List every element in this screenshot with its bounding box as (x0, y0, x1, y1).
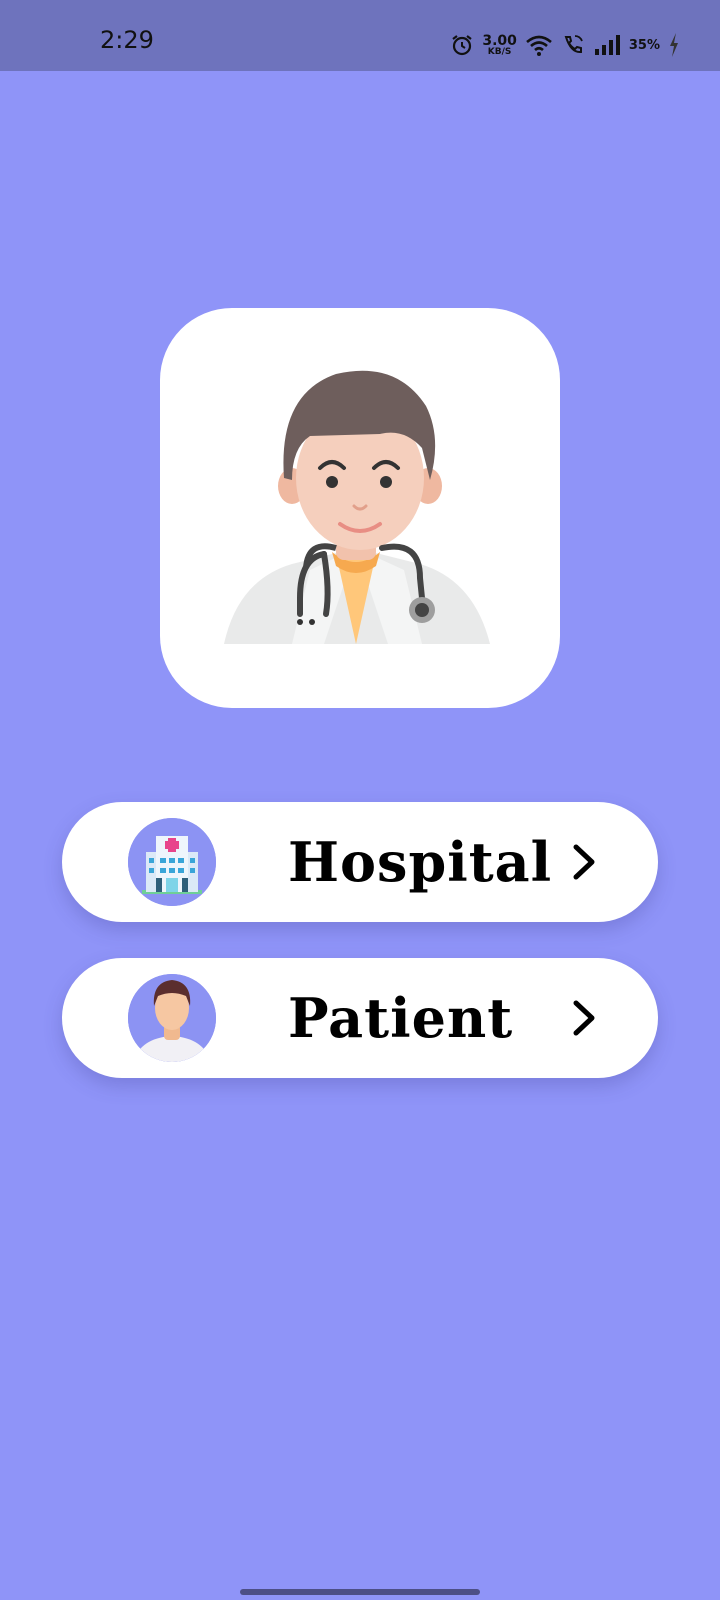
home-indicator[interactable] (240, 1589, 480, 1595)
hospital-avatar (128, 818, 216, 906)
patient-avatar-icon (128, 974, 216, 1062)
alarm-icon (450, 33, 474, 57)
hospital-button[interactable]: Hospital (62, 802, 658, 922)
net-speed: 3.00 KB/S (482, 34, 517, 57)
doctor-avatar-icon (160, 308, 560, 708)
chevron-right-icon (564, 842, 604, 882)
status-bar: 2:29 3.00 KB/S 35% (0, 0, 720, 71)
status-time: 2:29 (100, 26, 154, 54)
net-speed-value: 3.00 (482, 32, 517, 49)
battery-charging-icon (668, 32, 680, 58)
hospital-label: Hospital (288, 830, 553, 894)
net-speed-unit: KB/S (487, 46, 512, 57)
signal-icon (593, 34, 621, 56)
patient-button[interactable]: Patient (62, 958, 658, 1078)
status-icons: 3.00 KB/S 35% (450, 28, 680, 62)
logo-card (160, 308, 560, 708)
wifi-icon (525, 33, 553, 57)
hospital-building-icon (128, 818, 216, 906)
battery-level: 35% (628, 37, 660, 53)
wifi-calling-icon (561, 33, 585, 57)
chevron-right-icon (564, 998, 604, 1038)
patient-avatar (128, 974, 216, 1062)
patient-label: Patient (288, 986, 514, 1050)
